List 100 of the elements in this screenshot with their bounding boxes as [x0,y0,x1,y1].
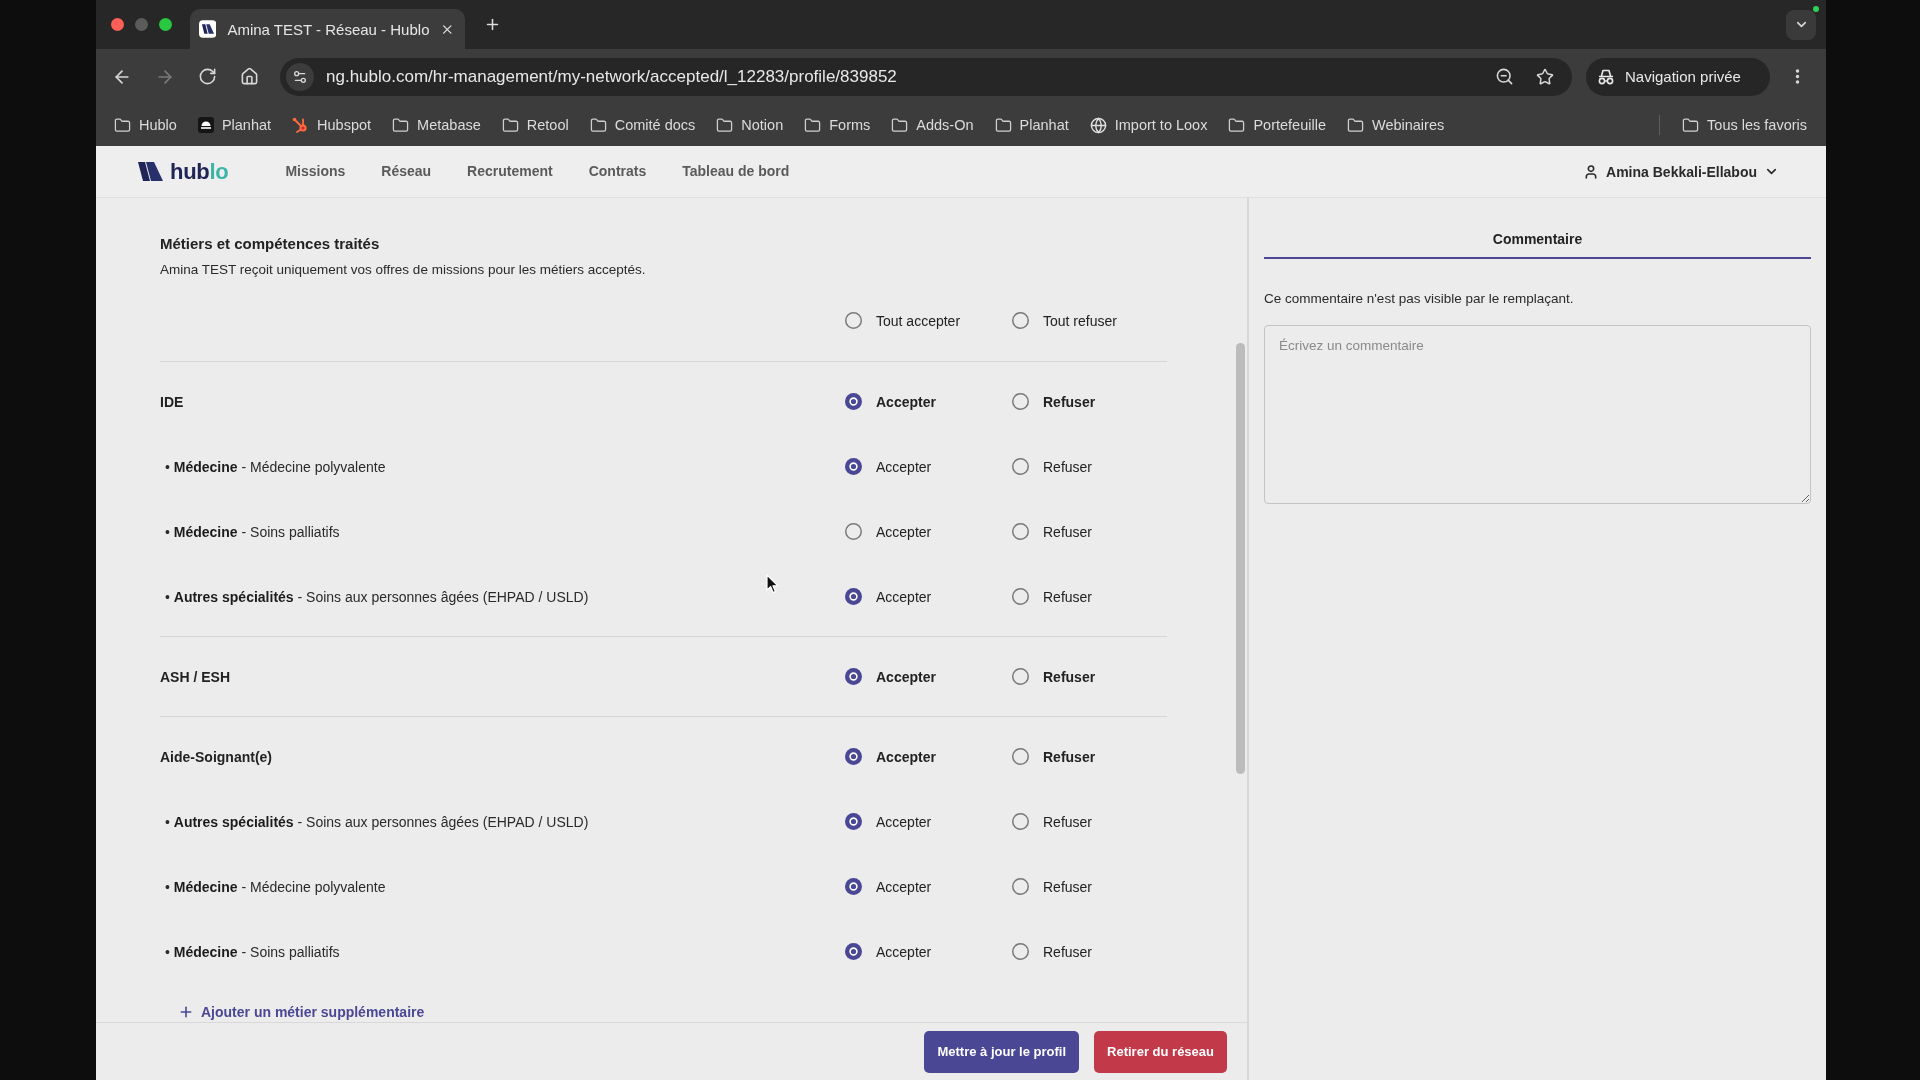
radio-button[interactable] [845,312,862,329]
bookmark-item[interactable]: Comité docs [589,116,696,134]
nav-link[interactable]: Recrutement [467,158,553,185]
bookmark-item[interactable]: Notion [716,116,784,134]
section-title: Métiers et compétences traités [160,234,381,254]
app-tile-icon [197,117,214,133]
radio-button[interactable] [1012,523,1029,540]
radio-label[interactable]: Tout accepter [876,312,961,329]
logo-text: hublo [170,158,229,185]
radio-label[interactable]: Refuser [1043,813,1093,830]
radio-button[interactable] [845,748,862,765]
comment-field[interactable]: Écrivez un commentaire [1264,325,1811,504]
nav-link[interactable]: Contrats [588,158,647,185]
radio-label[interactable]: Refuser [1043,458,1093,475]
tab-list-button[interactable] [1786,9,1816,40]
incognito-profile-button[interactable]: Navigation privée [1586,57,1770,96]
update-button[interactable]: Mettre à jour le profil [924,1030,1080,1073]
nav-link[interactable]: Tableau de bord [682,158,790,185]
radio-button[interactable] [845,943,862,960]
comment-note: Ce commentaire n'est pas visible par le remplaçant. [1264,290,1575,308]
bookmark-item[interactable]: Hubspot [292,116,372,134]
specialty-name: • Médecine - Médecine polyvalente [164,878,386,895]
radio-button[interactable] [1012,588,1029,605]
radio-label[interactable]: Accepter [876,668,936,685]
radio-label[interactable]: Refuser [1043,393,1096,410]
radio-label[interactable]: Accepter [876,458,932,475]
radio-label[interactable]: Accepter [876,523,932,540]
folder-icon [1346,116,1364,134]
radio-button[interactable] [1012,668,1029,685]
browser-tab[interactable]: Amina TEST - Réseau - Hublo [190,9,465,49]
bookmark-item[interactable]: Webinaires [1346,116,1445,134]
all-bookmarks-item[interactable]: Tous les favoris [1682,116,1807,134]
radio-label[interactable]: Accepter [876,943,932,960]
sprocket-icon [292,116,310,134]
site-settings-icon[interactable] [286,62,314,91]
radio-button[interactable] [845,813,862,830]
radio-label[interactable]: Tout refuser [1043,312,1117,329]
section-description: Amina TEST reçoit uniquement vos offres de missions pour les métiers acceptés. [160,261,647,279]
radio-label[interactable]: Accepter [876,878,932,895]
radio-button[interactable] [1012,943,1029,960]
specialty-name: • Autres spécialités - Soins aux personnes âgées (EHPAD / USLD) [164,588,589,605]
job-name: Aide-Soignant(e) [160,748,272,765]
radio-button[interactable] [845,878,862,895]
comment-tab[interactable]: Commentaire [1264,220,1811,259]
star-icon[interactable] [1536,67,1554,86]
scrollbar-thumb[interactable] [1236,343,1245,774]
radio-button[interactable] [845,393,862,410]
tab-favicon-icon [199,20,217,38]
nav-link[interactable]: Missions [285,158,346,185]
specialty-name: • Autres spécialités - Soins aux personnes âgées (EHPAD / USLD) [164,813,589,830]
bookmark-item[interactable]: Planhat [994,116,1069,134]
radio-button[interactable] [1012,813,1029,830]
radio-button[interactable] [845,523,862,540]
radio-button[interactable] [1012,748,1029,765]
remove-button[interactable]: Retirer du réseau [1094,1030,1227,1073]
radio-label[interactable]: Accepter [876,748,936,765]
bookmark-item[interactable]: Portefeuille [1228,116,1326,134]
logo-icon [138,162,163,181]
radio-label[interactable]: Refuser [1043,588,1093,605]
folder-icon [1682,116,1700,134]
add-job-link[interactable]: Ajouter un métier supplémentaire [178,1004,425,1020]
folder-icon [1228,116,1246,134]
radio-button[interactable] [1012,878,1029,895]
radio-label[interactable]: Accepter [876,393,936,410]
home-icon[interactable] [240,67,259,86]
radio-label[interactable]: Refuser [1043,943,1093,960]
radio-label[interactable]: Accepter [876,813,932,830]
radio-label[interactable]: Refuser [1043,878,1093,895]
bookmark-item[interactable]: Forms [804,116,871,134]
new-tab-icon[interactable] [484,16,501,33]
radio-button[interactable] [845,668,862,685]
radio-label[interactable]: Accepter [876,588,932,605]
maximize-window-button[interactable] [159,18,172,31]
radio-button[interactable] [1012,458,1029,475]
close-window-button[interactable] [111,18,124,31]
bookmark-item[interactable]: Retool [501,116,569,134]
radio-label[interactable]: Refuser [1043,668,1096,685]
user-name[interactable]: Amina Bekkali-Ellabou [1606,163,1757,180]
address-bar[interactable]: ng.hublo.com/hr-management/my-network/accepted/l_12283/profile/839852 [280,57,1572,96]
radio-label[interactable]: Refuser [1043,523,1093,540]
bookmark-item[interactable]: Planhat [197,117,272,133]
bookmark-item[interactable]: Metabase [392,116,481,134]
radio-button[interactable] [845,588,862,605]
radio-button[interactable] [845,458,862,475]
radio-button[interactable] [1012,393,1029,410]
bookmark-item[interactable]: Import to Loox [1089,116,1208,134]
folder-icon [501,116,519,134]
reload-icon[interactable] [198,67,217,86]
bookmark-item[interactable]: Hublo [114,116,177,134]
url-text: ng.hublo.com/hr-management/my-network/accepted/l_12283/profile/839852 [326,66,897,87]
folder-icon [804,116,822,134]
zoom-out-icon[interactable] [1495,67,1514,86]
radio-button[interactable] [1012,312,1029,329]
folder-icon [716,116,734,134]
folder-icon [114,116,131,134]
radio-label[interactable]: Refuser [1043,748,1096,765]
nav-link[interactable]: Réseau [381,158,432,185]
bookmark-item[interactable]: Adds-On [891,116,974,134]
folder-icon [994,116,1012,134]
folder-icon [589,116,607,134]
